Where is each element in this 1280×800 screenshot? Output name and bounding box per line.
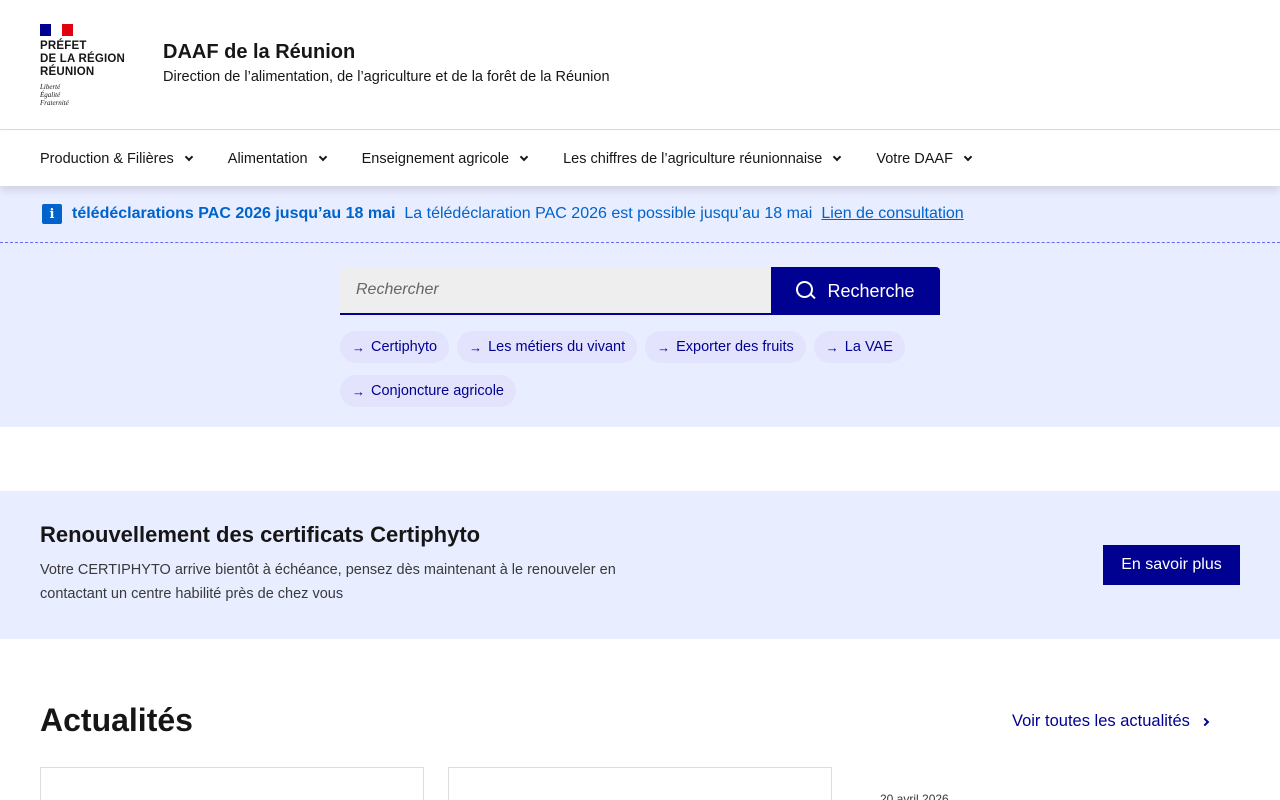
banner-text: Votre CERTIPHYTO arrive bientôt à échéan… [40,562,616,602]
tag-conjoncture-agricole[interactable]: → Conjoncture agricole [340,375,516,407]
tag-certiphyto[interactable]: → Certiphyto [340,331,450,363]
arrow-right-icon: → [469,339,483,355]
see-all-news-label: Voir toutes les actualités [1012,712,1190,730]
site-header: PRÉFET DE LA RÉGION RÉUNION Liberté Égal… [0,0,1280,130]
nav-item-label: Les chiffres de l’agriculture réunionnai… [563,150,823,167]
en-savoir-plus-button[interactable]: En savoir plus [1103,545,1240,585]
nav-item-alimentation[interactable]: Alimentation [227,150,327,167]
certiphyto-banner: Renouvellement des certificats Certiphyt… [0,491,1280,639]
tag-exporter-des-fruits[interactable]: → Exporter des fruits [645,331,806,363]
marianne-flag-icon [40,24,73,36]
chevron-down-icon [963,152,973,161]
news-card[interactable] [40,767,424,800]
info-icon: i [42,204,62,224]
nav-item-production-filieres[interactable]: Production & Filières [40,150,194,167]
devise-liberte: Liberté [40,83,61,91]
tag-label: La VAE [844,339,893,355]
arrow-right-icon: → [352,339,365,355]
notice-title: télédéclarations PAC 2026 jusqu’au 18 ma… [72,205,396,222]
arrow-right-icon: → [657,339,671,355]
logo-line-3: RÉUNION [40,66,95,78]
main-navigation: Production & Filières Alimentation Ensei… [0,131,1280,186]
tag-metiers-du-vivant[interactable]: → Les métiers du vivant [457,331,638,363]
search-button-label: Recherche [827,280,915,301]
prefecture-logo[interactable]: PRÉFET DE LA RÉGION RÉUNION Liberté Égal… [40,24,140,107]
nav-item-label: Production & Filières [40,150,174,167]
chevron-down-icon [833,152,842,161]
arrow-right-icon: → [352,383,365,399]
tag-la-vae[interactable]: → La VAE [813,331,905,363]
arrow-right-icon: → [825,339,839,355]
nav-item-label: Votre DAAF [876,150,953,167]
devise-fraternite: Fraternité [40,99,69,107]
chevron-down-icon [318,152,327,161]
nav-item-chiffres-agriculture[interactable]: Les chiffres de l’agriculture réunionnai… [563,150,842,167]
tag-label: Les métiers du vivant [488,339,626,355]
chevron-down-icon [519,152,529,161]
nav-item-label: Enseignement agricole [361,150,510,167]
search-input[interactable]: Rechercher [340,267,771,315]
banner-title: Renouvellement des certificats Certiphyt… [40,522,481,547]
devise-egalite: Égalité [40,91,61,99]
info-notice: i télédéclarations PAC 2026 jusqu’au 18 … [0,186,1280,243]
site-subtitle: Direction de l’alimentation, de l’agricu… [163,69,610,85]
news-title: Actualités [40,702,193,738]
devise: Liberté Égalité Fraternité [40,83,140,107]
logo-line-2: DE LA RÉGION [40,53,126,65]
chevron-right-icon [1200,717,1210,726]
tag-label: Conjoncture agricole [371,383,504,399]
tag-label: Certiphyto [371,339,438,355]
search-button[interactable]: Recherche [771,267,940,315]
notice-text: La télédéclaration PAC 2026 est possible… [404,205,813,222]
search-section: Rechercher Recherche → Certiphyto → Les … [0,243,1280,427]
search-placeholder: Rechercher [356,281,439,298]
news-date: 20 avril 2026 [880,792,949,800]
search-icon [796,281,816,301]
quick-links: → Certiphyto → Les métiers du vivant → E… [340,331,940,407]
logo-line-1: PRÉFET [40,40,87,52]
nav-item-label: Alimentation [227,150,308,167]
see-all-news-link[interactable]: Voir toutes les actualités [1012,712,1210,731]
news-card[interactable] [448,767,832,800]
notice-link[interactable]: Lien de consultation [821,205,963,223]
site-title[interactable]: DAAF de la Réunion [163,41,355,64]
nav-item-votre-daaf[interactable]: Votre DAAF [876,150,973,167]
tag-label: Exporter des fruits [676,339,794,355]
nav-item-enseignement-agricole[interactable]: Enseignement agricole [361,150,529,167]
chevron-down-icon [184,152,194,161]
